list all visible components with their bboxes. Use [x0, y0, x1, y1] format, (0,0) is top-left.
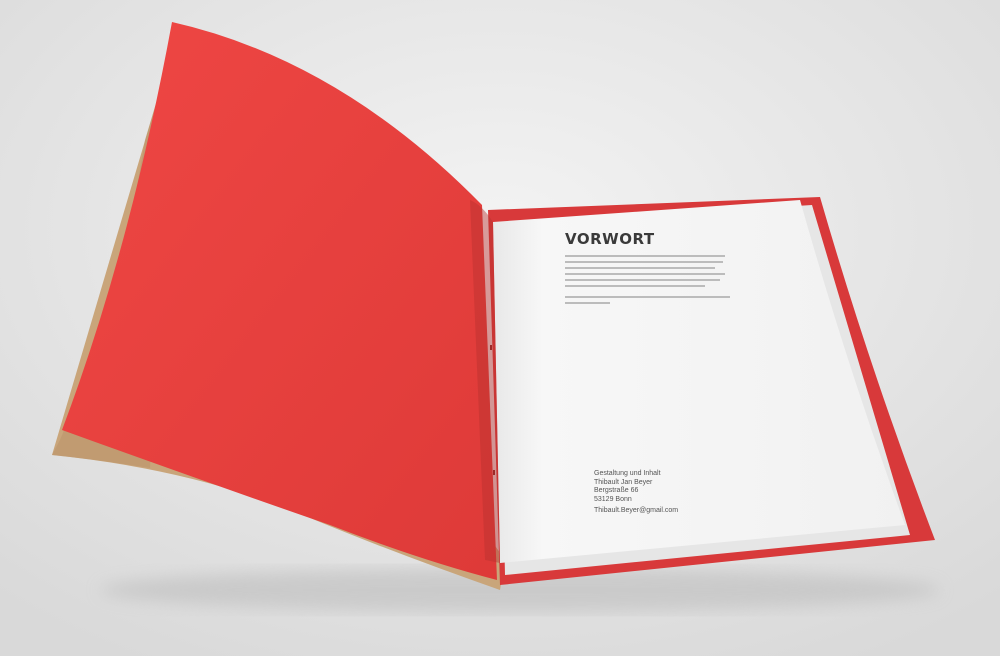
- colophon-line: 53129 Bonn: [594, 495, 632, 503]
- staple-top: [490, 345, 492, 350]
- booklet-photo: [0, 0, 1000, 656]
- colophon-line: Thibault Jan Beyer: [594, 478, 653, 486]
- page-heading: VORWORT: [565, 230, 655, 248]
- staple-bottom: [493, 470, 495, 475]
- colophon-line: Gestaltung und Inhalt: [594, 470, 661, 477]
- email-text: Thibault.Beyer@gmail.com: [594, 507, 679, 514]
- colophon-line: Bergstraße 66: [594, 487, 639, 494]
- body-text-lines: [565, 255, 730, 304]
